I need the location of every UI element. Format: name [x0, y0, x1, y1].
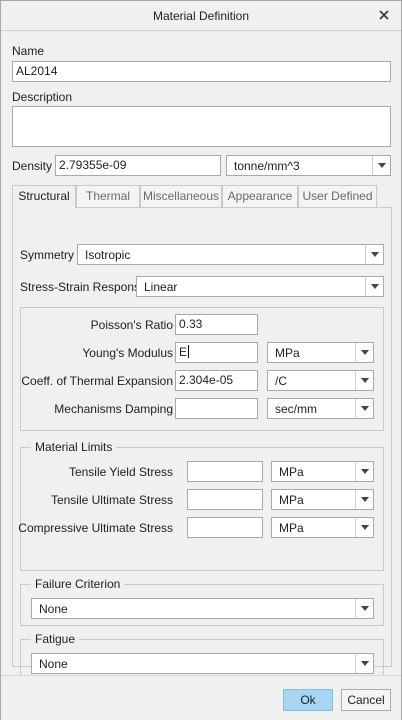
compressive-ultimate-unit-select[interactable]: MPa [271, 517, 374, 538]
compressive-ultimate-unit: MPa [279, 521, 304, 535]
tensile-yield-label: Tensile Yield Stress [68, 465, 173, 479]
chevron-down-icon [355, 371, 373, 390]
tab-user-defined[interactable]: User Defined [298, 185, 377, 207]
chevron-down-icon [372, 156, 390, 175]
tab-structural[interactable]: Structural [12, 185, 76, 208]
description-input[interactable] [12, 106, 391, 147]
youngs-modulus-unit: MPa [275, 346, 300, 360]
tensile-yield-input[interactable] [187, 461, 263, 482]
cancel-button[interactable]: Cancel [341, 689, 391, 711]
stress-strain-label: Stress-Strain Response [20, 280, 147, 294]
thermal-expansion-unit: /C [275, 374, 287, 388]
stress-strain-value: Linear [144, 280, 178, 294]
text-cursor [188, 345, 190, 358]
density-unit-select[interactable]: tonne/mm^3 [226, 155, 391, 176]
tab-miscellaneous[interactable]: Miscellaneous [140, 185, 222, 207]
tensile-ultimate-label: Tensile Ultimate Stress [50, 493, 173, 507]
stress-strain-select[interactable]: Linear [136, 276, 384, 297]
tensile-ultimate-input[interactable] [187, 489, 263, 510]
failure-criterion-value: None [39, 602, 68, 616]
chevron-down-icon [355, 490, 373, 509]
dialog-content: Name AL2014 Description Density 2.79355e… [1, 32, 401, 681]
chevron-down-icon [365, 277, 383, 296]
symmetry-label: Symmetry [20, 248, 74, 262]
poissons-ratio-input[interactable]: 0.33 [175, 314, 258, 335]
close-button[interactable] [375, 6, 393, 24]
chevron-down-icon [355, 462, 373, 481]
structural-tab-panel: Symmetry Isotropic Stress-Strain Respons… [12, 207, 392, 681]
tensile-ultimate-unit: MPa [279, 493, 304, 507]
symmetry-select[interactable]: Isotropic [77, 244, 384, 265]
compressive-ultimate-label: Compressive Ultimate Stress [18, 521, 173, 535]
thermal-expansion-input[interactable]: 2.304e-05 [175, 370, 258, 391]
chevron-down-icon [355, 599, 373, 618]
mechanisms-damping-label: Mechanisms Damping [54, 402, 173, 416]
mechanisms-damping-unit-select[interactable]: sec/mm [267, 398, 374, 419]
mechanisms-damping-input[interactable] [175, 398, 258, 419]
chevron-down-icon [355, 399, 373, 418]
tensile-yield-unit-select[interactable]: MPa [271, 461, 374, 482]
failure-criterion-group: Failure Criterion None [20, 577, 384, 626]
material-definition-dialog: Material Definition Name AL2014 Descript… [0, 0, 402, 720]
tab-thermal[interactable]: Thermal [76, 185, 140, 207]
density-label: Density [12, 159, 53, 173]
tensile-yield-unit: MPa [279, 465, 304, 479]
chevron-down-icon [365, 245, 383, 264]
fatigue-select[interactable]: None [31, 653, 374, 674]
name-input[interactable]: AL2014 [12, 61, 391, 82]
properties-group: Poisson's Ratio 0.33 Young's Modulus E M… [20, 307, 384, 431]
dialog-footer: Ok Cancel [1, 675, 401, 720]
symmetry-value: Isotropic [85, 248, 131, 262]
fatigue-value: None [39, 657, 68, 671]
close-icon [379, 10, 389, 20]
tensile-ultimate-unit-select[interactable]: MPa [271, 489, 374, 510]
mechanisms-damping-unit: sec/mm [275, 402, 317, 416]
fatigue-title: Fatigue [31, 632, 80, 646]
failure-criterion-title: Failure Criterion [31, 577, 125, 591]
title-bar: Material Definition [1, 1, 401, 31]
thermal-expansion-unit-select[interactable]: /C [267, 370, 374, 391]
youngs-modulus-unit-select[interactable]: MPa [267, 342, 374, 363]
material-limits-title: Material Limits [31, 440, 117, 454]
dialog-title: Material Definition [152, 9, 250, 23]
ok-button[interactable]: Ok [283, 689, 333, 711]
poissons-ratio-label: Poisson's Ratio [90, 318, 173, 332]
thermal-expansion-label: Coeff. of Thermal Expansion [21, 374, 173, 388]
description-label: Description [12, 90, 73, 104]
chevron-down-icon [355, 654, 373, 673]
name-label: Name [12, 44, 45, 58]
density-unit-value: tonne/mm^3 [234, 159, 300, 173]
youngs-modulus-label: Young's Modulus [82, 346, 173, 360]
chevron-down-icon [355, 518, 373, 537]
youngs-modulus-input[interactable]: E [175, 342, 258, 363]
density-input[interactable]: 2.79355e-09 [55, 155, 221, 176]
failure-criterion-select[interactable]: None [31, 598, 374, 619]
youngs-modulus-value: E [179, 345, 188, 359]
tab-appearance[interactable]: Appearance [222, 185, 298, 207]
material-limits-group: Material Limits Tensile Yield Stress MPa… [18, 440, 384, 571]
compressive-ultimate-input[interactable] [187, 517, 263, 538]
chevron-down-icon [355, 343, 373, 362]
